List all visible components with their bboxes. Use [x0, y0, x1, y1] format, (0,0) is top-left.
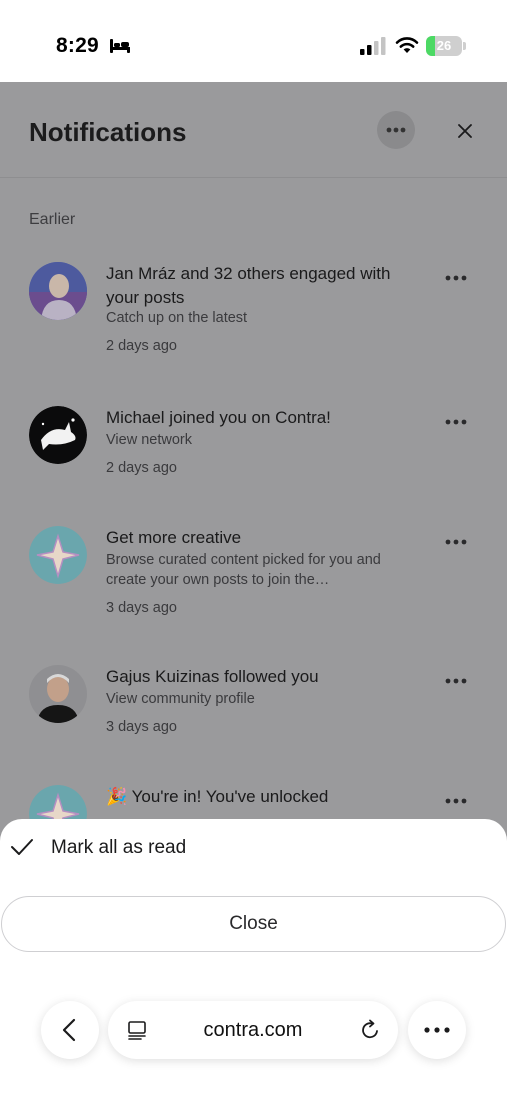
- more-icon: [386, 127, 406, 133]
- battery-icon: 26: [426, 36, 466, 56]
- action-sheet: Mark all as read Close contra.com: [0, 819, 507, 1100]
- notification-time: 3 days ago: [106, 719, 177, 735]
- more-menu-button[interactable]: [408, 1001, 466, 1059]
- close-icon[interactable]: [454, 120, 476, 142]
- section-label-earlier: Earlier: [29, 211, 76, 228]
- page-title: Notifications: [29, 117, 187, 147]
- close-button[interactable]: Close: [1, 896, 506, 952]
- more-icon[interactable]: [444, 797, 468, 805]
- notification-subtitle: View network: [106, 432, 192, 448]
- notification-time: 3 days ago: [106, 600, 177, 616]
- page-header: Notifications: [0, 82, 507, 178]
- notification-title: Jan Mráz and 32 others engaged with your…: [106, 264, 391, 307]
- notification-subtitle: View community profile: [106, 691, 255, 707]
- notification-item[interactable]: Jan Mráz and 32 others engaged with your…: [0, 262, 507, 382]
- mark-all-read-label: Mark all as read: [51, 837, 187, 858]
- status-bar: 8:29 26: [0, 0, 507, 82]
- shark-avatar-icon: [29, 406, 87, 464]
- address-bar[interactable]: contra.com: [108, 1001, 398, 1059]
- more-icon[interactable]: [444, 418, 468, 426]
- more-icon[interactable]: [444, 274, 468, 282]
- mark-all-read-button[interactable]: Mark all as read: [0, 819, 507, 879]
- notification-item[interactable]: Get more creative Browse curated content…: [0, 526, 507, 646]
- chevron-left-icon: [62, 1018, 76, 1042]
- notification-title: 🎉 You're in! You've unlocked: [106, 787, 329, 806]
- url-text: contra.com: [203, 1019, 303, 1041]
- header-more-button[interactable]: [377, 111, 415, 149]
- avatar: [29, 262, 87, 320]
- reload-icon[interactable]: [359, 1019, 381, 1041]
- status-time: 8:29: [56, 34, 99, 57]
- notification-title: Gajus Kuizinas followed you: [106, 667, 319, 686]
- notification-time: 2 days ago: [106, 460, 177, 476]
- person-avatar-icon: [29, 262, 87, 320]
- wifi-icon: [395, 37, 419, 53]
- avatar: [29, 526, 87, 584]
- person-avatar-icon: [29, 665, 87, 723]
- notification-item[interactable]: Gajus Kuizinas followed you View communi…: [0, 665, 507, 785]
- signal-icon: [360, 37, 386, 55]
- back-button[interactable]: [41, 1001, 99, 1059]
- battery-level: 26: [436, 38, 452, 53]
- more-icon: [424, 1027, 450, 1033]
- notification-subtitle: Catch up on the latest: [106, 310, 248, 326]
- notification-item[interactable]: Michael joined you on Contra! View netwo…: [0, 406, 507, 526]
- avatar: [29, 665, 87, 723]
- more-icon[interactable]: [444, 677, 468, 685]
- check-icon: [11, 839, 33, 855]
- bed-icon: [110, 39, 130, 53]
- notification-title: Michael joined you on Contra!: [106, 408, 331, 427]
- contra-star-avatar-icon: [29, 526, 87, 584]
- notification-time: 2 days ago: [106, 338, 177, 354]
- more-icon[interactable]: [444, 538, 468, 546]
- notification-title: Get more creative: [106, 528, 242, 547]
- notification-subtitle: Browse curated content picked for you an…: [106, 552, 381, 588]
- avatar: [29, 406, 87, 464]
